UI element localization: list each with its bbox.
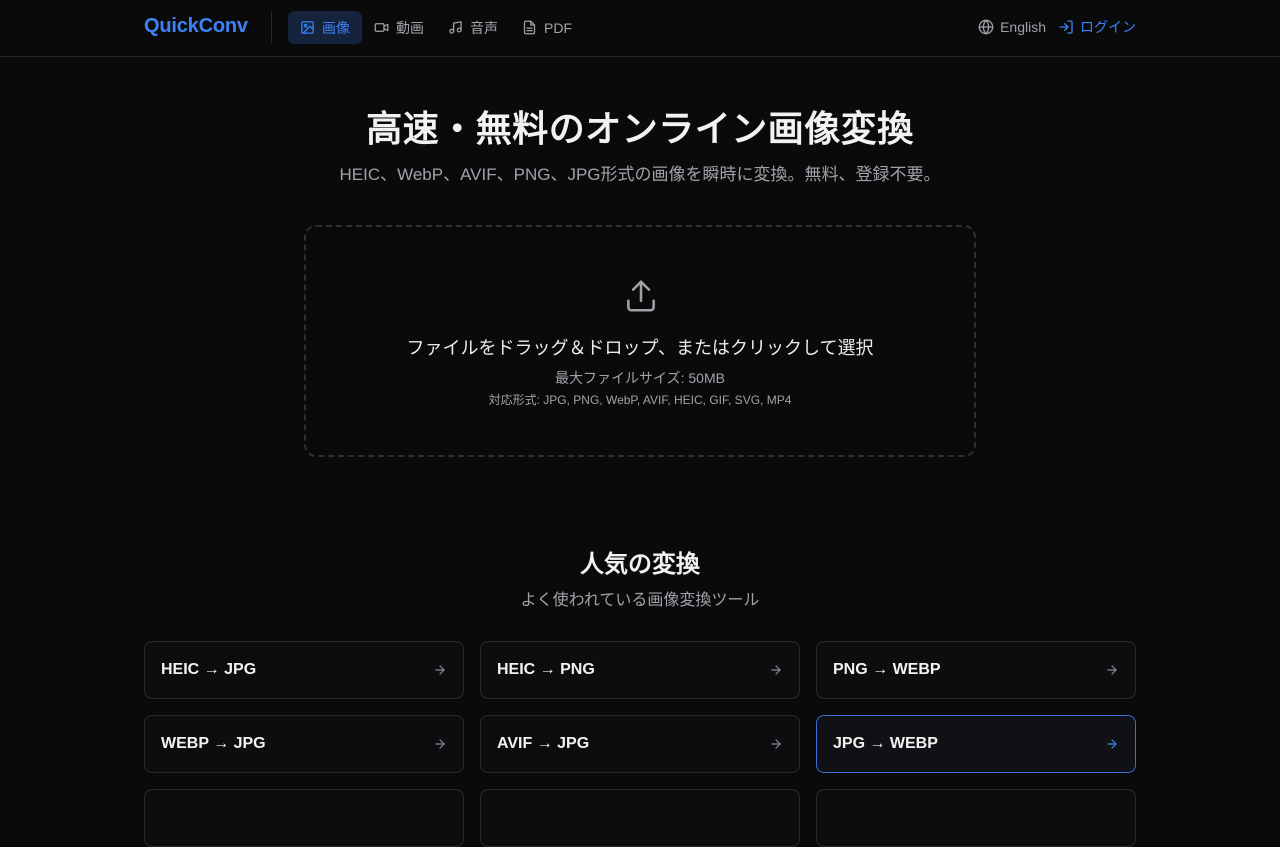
arrow-right-icon — [1107, 665, 1117, 675]
main-nav: 画像 動画 音声 PDF — [288, 11, 584, 44]
nav-item-label: 画像 — [322, 19, 350, 36]
image-icon — [301, 21, 314, 34]
conversion-card-partial[interactable] — [816, 789, 1136, 847]
nav-item-video[interactable]: 動画 — [362, 11, 436, 44]
header-actions: English ログイン — [978, 17, 1136, 37]
music-icon — [449, 21, 462, 34]
conversion-card-jpg-webp[interactable]: JPG → WEBP — [816, 715, 1136, 773]
login-label: ログイン — [1080, 19, 1136, 35]
arrow-right-icon — [435, 739, 445, 749]
conversion-label: JPG → WEBP — [833, 735, 938, 752]
dropzone-max-size: 最大ファイルサイズ: 50MB — [555, 370, 725, 386]
arrow-right-icon — [435, 665, 445, 675]
conversion-grid: HEIC → JPG HEIC → PNG PNG → WEBP WEBP → … — [144, 641, 1136, 847]
popular-title: 人気の変換 — [580, 551, 700, 578]
dropzone-instruction: ファイルをドラッグ＆ドロップ、またはクリックして選択 — [406, 338, 874, 358]
upload-icon — [627, 280, 655, 312]
language-label: English — [1000, 19, 1046, 35]
conversion-card-partial[interactable] — [480, 789, 800, 847]
conversion-card-png-webp[interactable]: PNG → WEBP — [816, 641, 1136, 699]
login-button[interactable]: ログイン — [1058, 17, 1136, 37]
conversion-label: HEIC → PNG — [497, 661, 595, 678]
arrow-right-icon — [771, 739, 781, 749]
conversion-card-webp-jpg[interactable]: WEBP → JPG — [144, 715, 464, 773]
nav-item-audio[interactable]: 音声 — [436, 11, 510, 44]
conversion-label: PNG → WEBP — [833, 661, 941, 678]
dropzone-formats: 対応形式: JPG, PNG, WebP, AVIF, HEIC, GIF, S… — [488, 393, 792, 407]
conversion-card-partial[interactable] — [144, 789, 464, 847]
globe-icon — [978, 19, 994, 35]
file-icon — [523, 20, 536, 35]
page-title: 高速・無料のオンライン画像変換 — [366, 108, 914, 149]
header-divider — [271, 12, 272, 43]
conversion-label: HEIC → JPG — [161, 661, 257, 678]
nav-item-label: 音声 — [470, 19, 498, 36]
arrow-right-icon — [771, 665, 781, 675]
brand-logo[interactable]: QuickConv — [144, 15, 248, 38]
popular-subtitle: よく使われている画像変換ツール — [520, 592, 760, 609]
conversion-label: WEBP → JPG — [161, 735, 266, 752]
arrow-right-icon — [1107, 739, 1117, 749]
conversion-card-heic-png[interactable]: HEIC → PNG — [480, 641, 800, 699]
nav-item-label: 動画 — [396, 19, 424, 36]
file-dropzone[interactable]: ファイルをドラッグ＆ドロップ、またはクリックして選択 最大ファイルサイズ: 50… — [304, 225, 976, 457]
nav-item-label: PDF — [544, 19, 572, 36]
video-icon — [374, 23, 389, 32]
page-subtitle: HEIC、WebP、AVIF、PNG、JPG形式の画像を瞬時に変換。無料、登録不… — [339, 165, 941, 184]
language-switch[interactable]: English — [978, 19, 1046, 35]
nav-item-pdf[interactable]: PDF — [510, 11, 584, 44]
top-header: QuickConv 画像 動画 音声 PDF English ログイン — [0, 0, 1280, 57]
login-icon — [1059, 20, 1073, 34]
conversion-label: AVIF → JPG — [497, 735, 590, 752]
conversion-card-heic-jpg[interactable]: HEIC → JPG — [144, 641, 464, 699]
nav-item-image[interactable]: 画像 — [288, 11, 362, 44]
conversion-card-avif-jpg[interactable]: AVIF → JPG — [480, 715, 800, 773]
